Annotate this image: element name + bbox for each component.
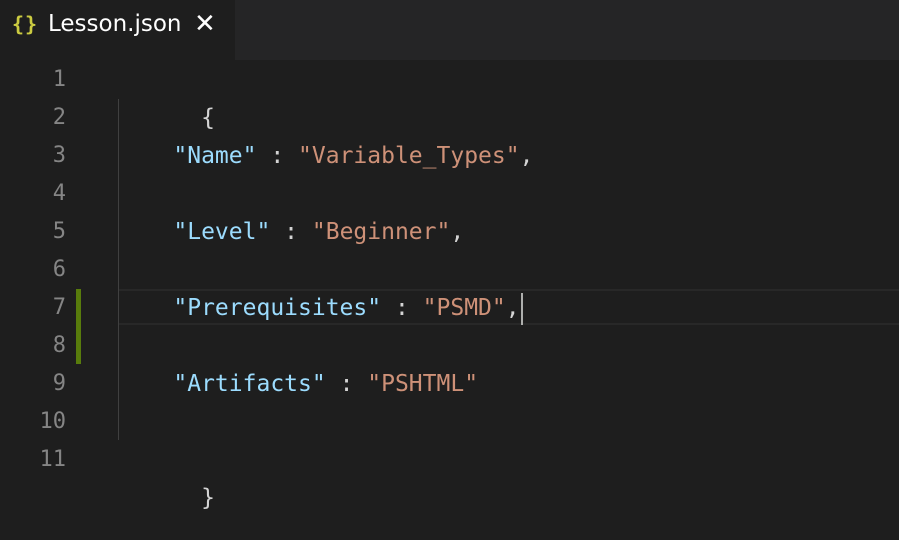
json-value: "Beginner" <box>311 219 451 245</box>
open-brace: { <box>201 105 215 131</box>
code-line-9[interactable]: "Artifacts" : "PSHTML" <box>118 365 478 403</box>
json-separator: : <box>270 219 312 245</box>
json-comma: , <box>505 295 520 321</box>
code-line-11[interactable]: } <box>118 441 215 511</box>
json-value: "PSMD" <box>422 295 506 321</box>
tab-lesson-json[interactable]: {} Lesson.json ✕ <box>0 0 235 60</box>
json-key: "Name" <box>173 143 257 169</box>
json-separator: : <box>381 295 423 321</box>
json-value: "PSHTML" <box>367 371 479 397</box>
tab-label: Lesson.json <box>48 11 182 37</box>
close-icon[interactable]: ✕ <box>194 9 216 39</box>
json-file-icon: {} <box>12 12 39 36</box>
code-editor: {} Lesson.json ✕ 1 2 3 4 5 6 7 8 9 10 11… <box>0 0 899 540</box>
json-key: "Level" <box>173 219 271 245</box>
json-comma: , <box>519 143 534 169</box>
code-line-5[interactable]: "Level" : "Beginner", <box>118 213 464 251</box>
json-key: "Artifacts" <box>173 371 326 397</box>
text-cursor <box>520 292 523 325</box>
code-area[interactable]: { "Name" : "Variable_Types", "Level" : "… <box>0 60 899 540</box>
close-brace: } <box>201 485 215 511</box>
json-comma: , <box>450 219 465 245</box>
tab-bar: {} Lesson.json ✕ <box>0 0 899 60</box>
json-separator: : <box>325 371 368 397</box>
code-line-3[interactable]: "Name" : "Variable_Types", <box>118 137 533 175</box>
json-key: "Prerequisites" <box>173 295 382 321</box>
json-separator: : <box>256 143 299 169</box>
code-line-1[interactable]: { <box>118 61 215 131</box>
json-value: "Variable_Types" <box>298 143 520 169</box>
code-line-7[interactable]: "Prerequisites" : "PSMD", <box>118 289 523 327</box>
